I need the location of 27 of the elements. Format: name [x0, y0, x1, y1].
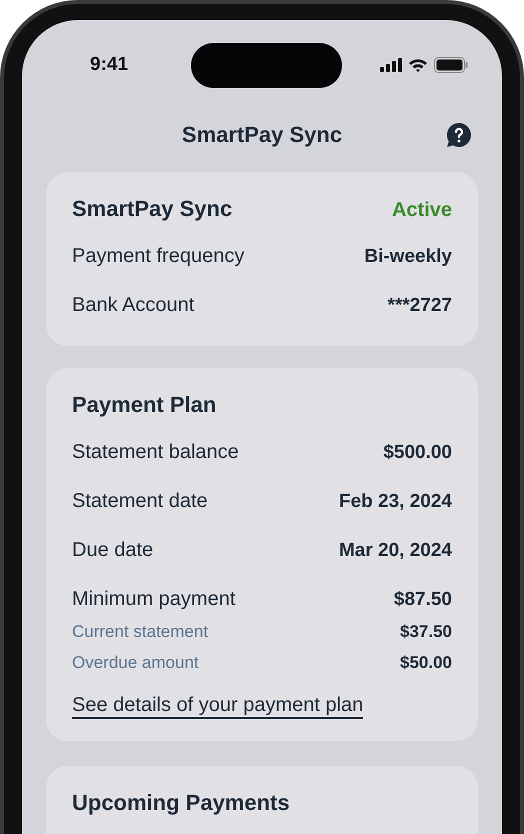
help-icon[interactable]	[446, 122, 472, 148]
status-label: Active	[392, 199, 452, 222]
card-title: Payment Plan	[72, 392, 216, 418]
signal-icon	[380, 58, 402, 72]
row-value: $37.50	[400, 622, 452, 642]
details-link[interactable]: See details of your payment plan	[72, 694, 364, 719]
row-value: $50.00	[400, 653, 452, 673]
row-label: Minimum payment	[72, 588, 236, 611]
row-label: Statement date	[72, 490, 208, 513]
card-title: SmartPay Sync	[72, 196, 232, 222]
screen-title: SmartPay Sync	[182, 122, 342, 148]
battery-icon	[434, 57, 468, 73]
row-value: ***2727	[388, 295, 452, 317]
row-value: $87.50	[394, 589, 452, 611]
row-value: $500.00	[383, 442, 452, 464]
row-label: Statement balance	[72, 441, 239, 464]
row-label: Due date	[72, 539, 154, 562]
row-label: Overdue amount	[72, 653, 199, 673]
row-value: Feb 23, 2024	[338, 491, 452, 513]
status-time: 9:41	[90, 54, 128, 76]
row-value: Mar 20, 2024	[338, 540, 452, 562]
row-label: Current statement	[72, 622, 208, 642]
row-label: Payment frequency	[72, 245, 244, 268]
card-title: Upcoming Payments	[72, 790, 290, 816]
row-label: Bank Account	[72, 294, 194, 317]
row-value: Bi-weekly	[364, 246, 452, 268]
wifi-icon	[408, 58, 428, 72]
